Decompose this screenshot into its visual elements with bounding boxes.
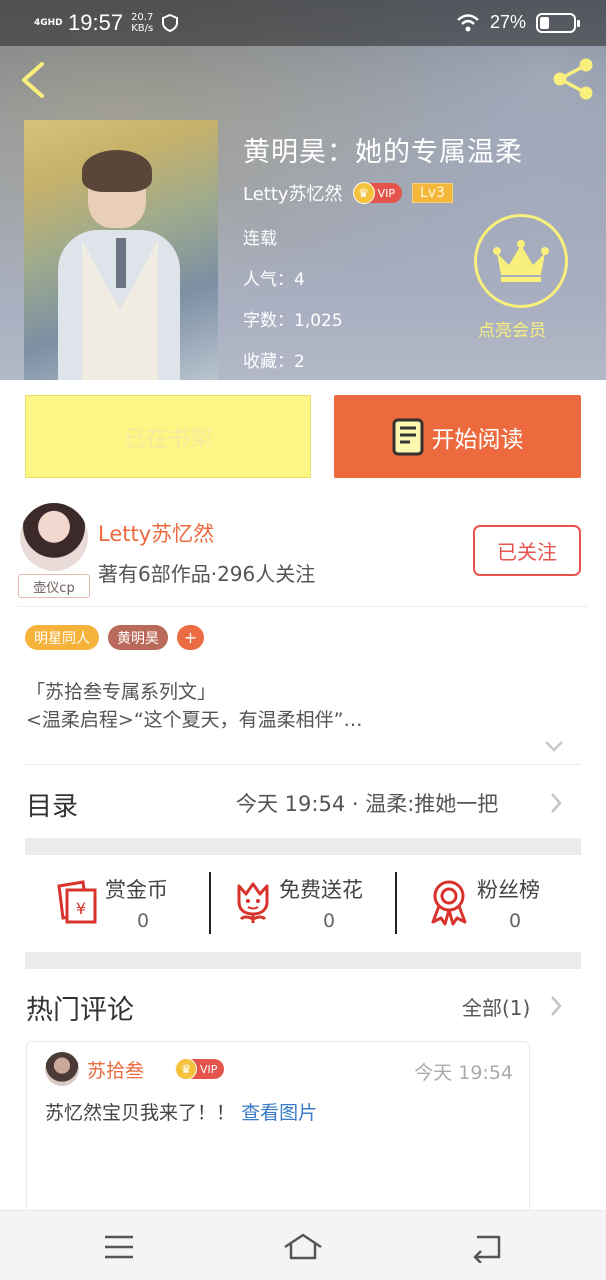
book-status: 连载 <box>243 229 277 249</box>
shield-icon <box>162 14 179 32</box>
section-separator <box>25 952 581 969</box>
section-separator <box>25 838 581 855</box>
stat-label: 赏金币 <box>105 878 168 902</box>
stat-value: 0 <box>509 910 522 932</box>
crown-icon: ♛ <box>175 1058 197 1080</box>
book-header: 4GHD 19:57 20.7 KB/s 27% 黄明昊：她的专属温柔 Lett… <box>0 0 606 380</box>
intro-line: <温柔启程>“这个夏天，有温柔相伴”… <box>26 709 363 731</box>
chevron-right-icon[interactable] <box>548 994 564 1018</box>
book-popularity: 人气：4 <box>243 270 305 290</box>
follow-button[interactable]: 已关注 <box>473 525 581 576</box>
status-bar: 4GHD 19:57 20.7 KB/s 27% <box>0 0 606 46</box>
system-nav-bar <box>0 1210 606 1280</box>
chevron-down-icon[interactable] <box>543 738 565 754</box>
return-icon[interactable] <box>467 1231 507 1263</box>
in-shelf-button[interactable]: 已在书架 <box>25 395 311 478</box>
divider <box>25 764 581 765</box>
all-comments-link[interactable]: 全部(1) <box>462 992 530 1021</box>
network-speed: 20.7 KB/s <box>131 12 153 34</box>
svg-text:¥: ¥ <box>76 899 86 918</box>
vip-badge: ♛ VIP <box>175 1058 225 1080</box>
comment-body: 苏忆然宝贝我来了！！ <box>45 1102 236 1124</box>
author-avatar[interactable] <box>20 503 88 571</box>
home-icon[interactable] <box>283 1231 323 1263</box>
stat-value: 0 <box>323 910 336 932</box>
comment-time: 今天 19:54 <box>414 1062 513 1084</box>
crown-icon <box>493 240 549 282</box>
chevron-right-icon[interactable] <box>548 791 564 815</box>
start-reading-button[interactable]: 开始阅读 <box>334 395 581 478</box>
vip-badge: ♛ VIP <box>352 182 402 204</box>
commenter-name[interactable]: 苏拾叁 <box>87 1056 144 1083</box>
book-word-count: 字数：1,025 <box>243 311 343 331</box>
stat-label: 粉丝榜 <box>477 878 540 902</box>
comment-card[interactable]: 苏拾叁 ♛ VIP 今天 19:54 苏忆然宝贝我来了！！ 查看图片 <box>26 1041 530 1221</box>
network-speed-unit: KB/s <box>131 23 154 34</box>
vip-label: VIP <box>377 186 395 200</box>
tag-list: 明星同人 黄明昊 + <box>25 625 204 650</box>
wifi-icon <box>457 13 479 31</box>
commenter-avatar[interactable] <box>45 1052 79 1086</box>
menu-icon[interactable] <box>99 1231 139 1263</box>
author-stats: 著有6部作品·296人关注 <box>98 562 316 586</box>
book-title: 黄明昊：她的专属温柔 <box>243 137 523 168</box>
network-speed-value: 20.7 <box>131 12 154 23</box>
book-intro[interactable]: 「苏拾叁专属系列文」 <温柔启程>“这个夏天，有温柔相伴”… <box>26 678 363 734</box>
avatar-tag: 壶仪cp <box>18 574 90 598</box>
level-badge: Lv3 <box>411 183 453 203</box>
battery-percent: 27% <box>489 12 526 32</box>
intro-line: 「苏拾叁专属系列文」 <box>26 681 217 703</box>
toc-title[interactable]: 目录 <box>26 786 78 823</box>
view-image-link[interactable]: 查看图片 <box>241 1102 317 1124</box>
comment-text: 苏忆然宝贝我来了！！ 查看图片 <box>45 1098 317 1125</box>
stat-label: 免费送花 <box>279 878 363 902</box>
book-favorites: 收藏：2 <box>243 352 305 372</box>
book-icon <box>392 418 423 455</box>
start-reading-label: 开始阅读 <box>431 426 524 453</box>
tag-item[interactable]: 明星同人 <box>25 625 99 650</box>
network-indicator: 4GHD <box>34 17 63 28</box>
battery-icon <box>536 12 580 33</box>
book-author[interactable]: Letty苏忆然 <box>243 180 343 206</box>
book-cover[interactable] <box>24 120 218 380</box>
author-name[interactable]: Letty苏忆然 <box>98 518 214 548</box>
member-button[interactable] <box>474 214 568 308</box>
member-label[interactable]: 点亮会员 <box>478 316 546 341</box>
medal-icon <box>431 880 467 926</box>
chevron-left-icon[interactable] <box>14 58 54 102</box>
free-flower[interactable]: 免费送花 0 <box>211 858 395 948</box>
share-icon[interactable] <box>550 56 596 102</box>
red-envelope-icon: ¥ <box>57 880 97 924</box>
book-author-row: Letty苏忆然 ♛ VIP Lv3 <box>243 180 453 206</box>
stat-value: 0 <box>137 910 150 932</box>
fan-ranking[interactable]: 粉丝榜 0 <box>397 858 581 948</box>
vip-label: VIP <box>200 1062 218 1076</box>
toc-latest-chapter[interactable]: 今天 19:54 · 温柔:推她一把 <box>236 788 498 818</box>
stats-row: ¥ 赏金币 0 免费送花 0 粉丝榜 0 <box>25 858 581 948</box>
hot-comments-title: 热门评论 <box>26 995 134 1026</box>
divider <box>18 606 588 607</box>
tag-item[interactable]: 黄明昊 <box>108 625 168 650</box>
crown-icon: ♛ <box>352 182 375 204</box>
status-time: 19:57 <box>68 10 124 35</box>
reward-coins[interactable]: ¥ 赏金币 0 <box>25 858 209 948</box>
add-tag-button[interactable]: + <box>177 625 204 650</box>
flower-icon <box>237 882 269 923</box>
